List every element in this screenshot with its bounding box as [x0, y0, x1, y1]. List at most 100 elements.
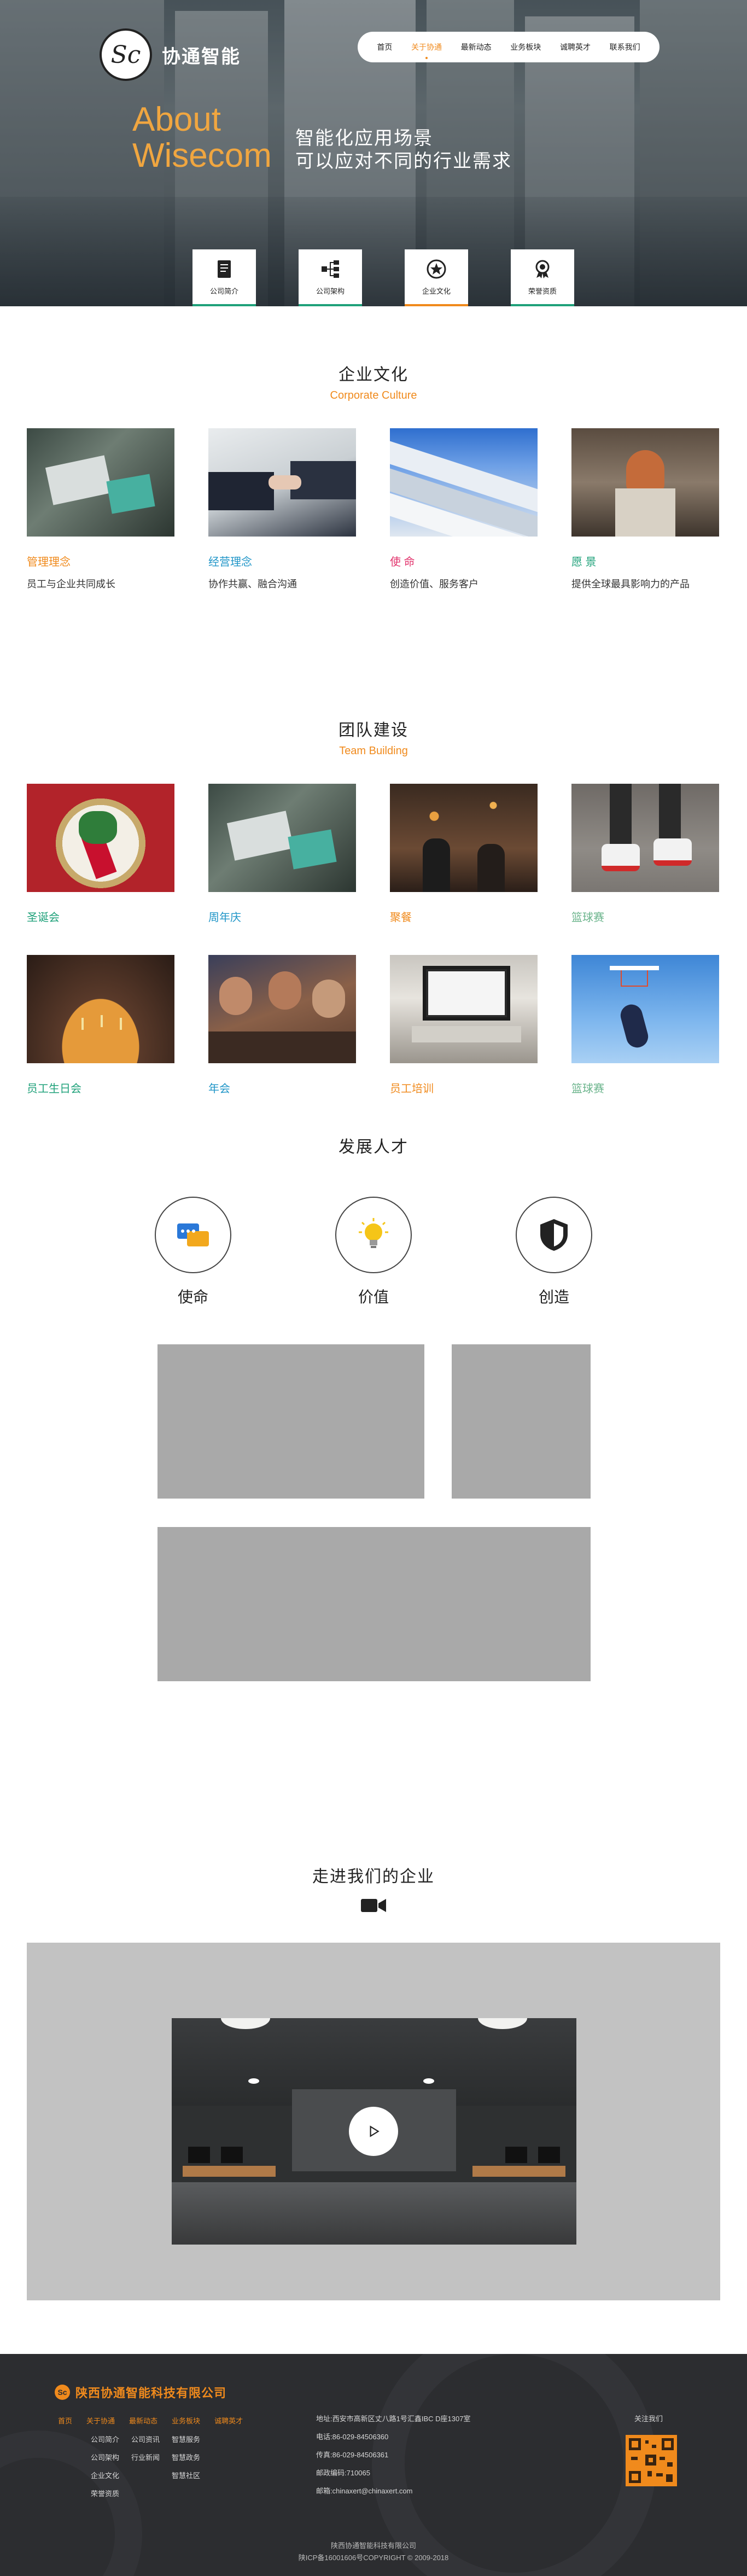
team-item[interactable]: 员工生日会 [27, 955, 174, 1095]
footer-link[interactable]: 行业新闻 [131, 2452, 160, 2462]
play-button[interactable] [349, 2107, 398, 2156]
footer-bottom-company: 陕西协通智能科技有限公司 [330, 2542, 416, 2550]
footer-contact-info: 地址:西安市高新区丈八路1号汇鑫IBC D座1307室 电话:86-029-84… [316, 2413, 470, 2496]
talent-mission[interactable]: 使命 [155, 1197, 231, 1307]
shield-icon [540, 1219, 568, 1251]
footer-nav-item[interactable]: 业务板块 [172, 2415, 200, 2426]
footer-link[interactable]: 荣誉资质 [91, 2488, 119, 2498]
logo-text: 协通智能 [162, 46, 241, 67]
talent-circle [335, 1197, 412, 1273]
footer-link[interactable]: 企业文化 [91, 2470, 119, 2480]
footer-link[interactable]: 公司架构 [91, 2452, 119, 2462]
enterprise-title: 走进我们的企业 [312, 1868, 435, 1886]
culture-item-desc: 员工与企业共同成长 [27, 579, 115, 590]
culture-item-desc: 创造价值、服务客户 [390, 579, 478, 590]
team-photo [571, 784, 719, 892]
logo-glyph: Sc [110, 40, 141, 69]
team-item[interactable]: 聚餐 [390, 784, 538, 924]
site-footer: Sc 陕西协通智能科技有限公司 首页 关于协通 最新动态 业务板块 诚聘英才 公司简介公… [0, 2354, 747, 2576]
footer-link[interactable]: 公司简介 [91, 2434, 119, 2444]
footer-nav-item[interactable]: 关于协通 [86, 2415, 115, 2426]
play-icon [370, 2125, 380, 2137]
nav-item[interactable]: 诚聘英才 [560, 42, 591, 53]
talent-title: 发展人才 [339, 1138, 408, 1156]
card-honors[interactable]: 荣誉资质 [511, 249, 574, 306]
culture-item-desc: 协作共赢、融合沟通 [208, 579, 297, 590]
nav-item[interactable]: 首页 [377, 42, 392, 53]
team-item-title: 圣诞会 [27, 912, 60, 924]
card-org-structure[interactable]: 公司架构 [299, 249, 362, 306]
footer-postcode: 邮政编码:710065 [316, 2469, 370, 2477]
team-item-title: 聚餐 [390, 912, 412, 924]
hero-chinese-tagline: 智能化应用场景 可以应对不同的行业需求 [295, 127, 512, 173]
footer-col-news: 公司资讯 行业新闻 [131, 2434, 160, 2462]
footer-link[interactable]: 智慧政务 [172, 2452, 200, 2462]
culture-photo [571, 428, 719, 537]
footer-nav-item[interactable]: 首页 [58, 2415, 72, 2426]
footer-icp: 陕ICP备16001606号COPYRIGHT © 2009-2018 [298, 2554, 449, 2562]
team-photo [390, 955, 538, 1063]
talent-label: 使命 [177, 1289, 208, 1306]
talent-circles: 使命 价值 创造 [0, 1197, 747, 1307]
team-item[interactable]: 周年庆 [208, 784, 356, 924]
team-item[interactable]: 员工培训 [390, 955, 538, 1095]
hero-tagline-line: 智能化应用场景 [295, 128, 433, 149]
footer-link[interactable]: 智慧服务 [172, 2434, 200, 2444]
culture-item[interactable]: 愿 景 提供全球最具影响力的产品 [571, 428, 719, 591]
team-grid-row: 圣诞会 周年庆 聚餐 篮球赛 [0, 784, 747, 924]
logo-mark: Sc [100, 28, 152, 81]
footer-company-name: 陕西协通智能科技有限公司 [75, 2386, 227, 2400]
culture-item[interactable]: 使 命 创造价值、服务客户 [390, 428, 538, 591]
culture-item-title: 管理理念 [27, 556, 71, 568]
video-player[interactable] [172, 2018, 576, 2245]
talent-image-placeholder [157, 1527, 591, 1681]
culture-section: 企业文化 Corporate Culture 管理理念 员工与企业共同成长 经营… [0, 306, 747, 689]
talent-value[interactable]: 价值 [335, 1197, 412, 1307]
culture-item[interactable]: 经营理念 协作共赢、融合沟通 [208, 428, 356, 591]
culture-photo [27, 428, 174, 537]
org-chart-icon [322, 260, 339, 278]
footer-brand: Sc 陕西协通智能科技有限公司 [55, 2383, 226, 2401]
culture-item-title: 愿 景 [571, 556, 597, 568]
nav-item[interactable]: 关于协通 [411, 42, 442, 59]
card-label: 公司架构 [316, 287, 345, 295]
footer-col-about: 公司简介公司架构企业文化荣誉资质 [91, 2434, 119, 2498]
talent-image-placeholder [157, 1344, 424, 1499]
footer-email[interactable]: 邮箱:chinaxert@chinaxert.com [316, 2485, 470, 2496]
hero-english-line: About [132, 101, 221, 138]
team-item[interactable]: 年会 [208, 955, 356, 1095]
talent-circle [155, 1197, 231, 1273]
hero-english-title: About Wisecom [132, 102, 272, 174]
team-item-title: 年会 [208, 1083, 230, 1095]
video-camera-icon [361, 1898, 386, 1913]
team-photo [27, 955, 174, 1063]
team-item-title: 篮球赛 [571, 912, 604, 924]
talent-create[interactable]: 创造 [516, 1197, 592, 1307]
site-logo[interactable]: Sc 协通智能 [100, 28, 241, 81]
team-item[interactable]: 圣诞会 [27, 784, 174, 924]
footer-address: 地址:西安市高新区丈八路1号汇鑫IBC D座1307室 [316, 2415, 471, 2423]
culture-item-title: 使 命 [390, 556, 415, 568]
nav-item[interactable]: 业务板块 [510, 42, 541, 53]
culture-item-title: 经营理念 [208, 556, 252, 568]
team-item-title: 员工生日会 [27, 1083, 81, 1095]
card-company-intro[interactable]: 公司简介 [192, 249, 256, 306]
footer-nav-item[interactable]: 最新动态 [129, 2415, 157, 2426]
culture-item[interactable]: 管理理念 员工与企业共同成长 [27, 428, 174, 591]
team-photo [390, 784, 538, 892]
footer-nav-item[interactable]: 诚聘英才 [214, 2415, 243, 2426]
nav-item[interactable]: 联系我们 [610, 42, 640, 53]
footer-nav: 首页 关于协通 最新动态 业务板块 诚聘英才 [58, 2415, 243, 2426]
card-corporate-culture[interactable]: 企业文化 [405, 249, 468, 306]
culture-photo [208, 428, 356, 537]
team-item[interactable]: 篮球赛 [571, 784, 719, 924]
team-item-title: 周年庆 [208, 912, 241, 924]
card-label: 企业文化 [422, 287, 451, 295]
footer-link[interactable]: 智慧社区 [172, 2470, 200, 2480]
footer-follow-label: 关注我们 [634, 2415, 663, 2423]
main-nav: 首页 关于协通 最新动态 业务板块 诚聘英才 联系我们 [358, 32, 660, 62]
footer-link[interactable]: 公司资讯 [131, 2434, 160, 2444]
nav-item[interactable]: 最新动态 [461, 42, 492, 53]
team-item[interactable]: 篮球赛 [571, 955, 719, 1095]
team-grid-row: 员工生日会 年会 员工培训 篮球赛 [0, 955, 747, 1095]
